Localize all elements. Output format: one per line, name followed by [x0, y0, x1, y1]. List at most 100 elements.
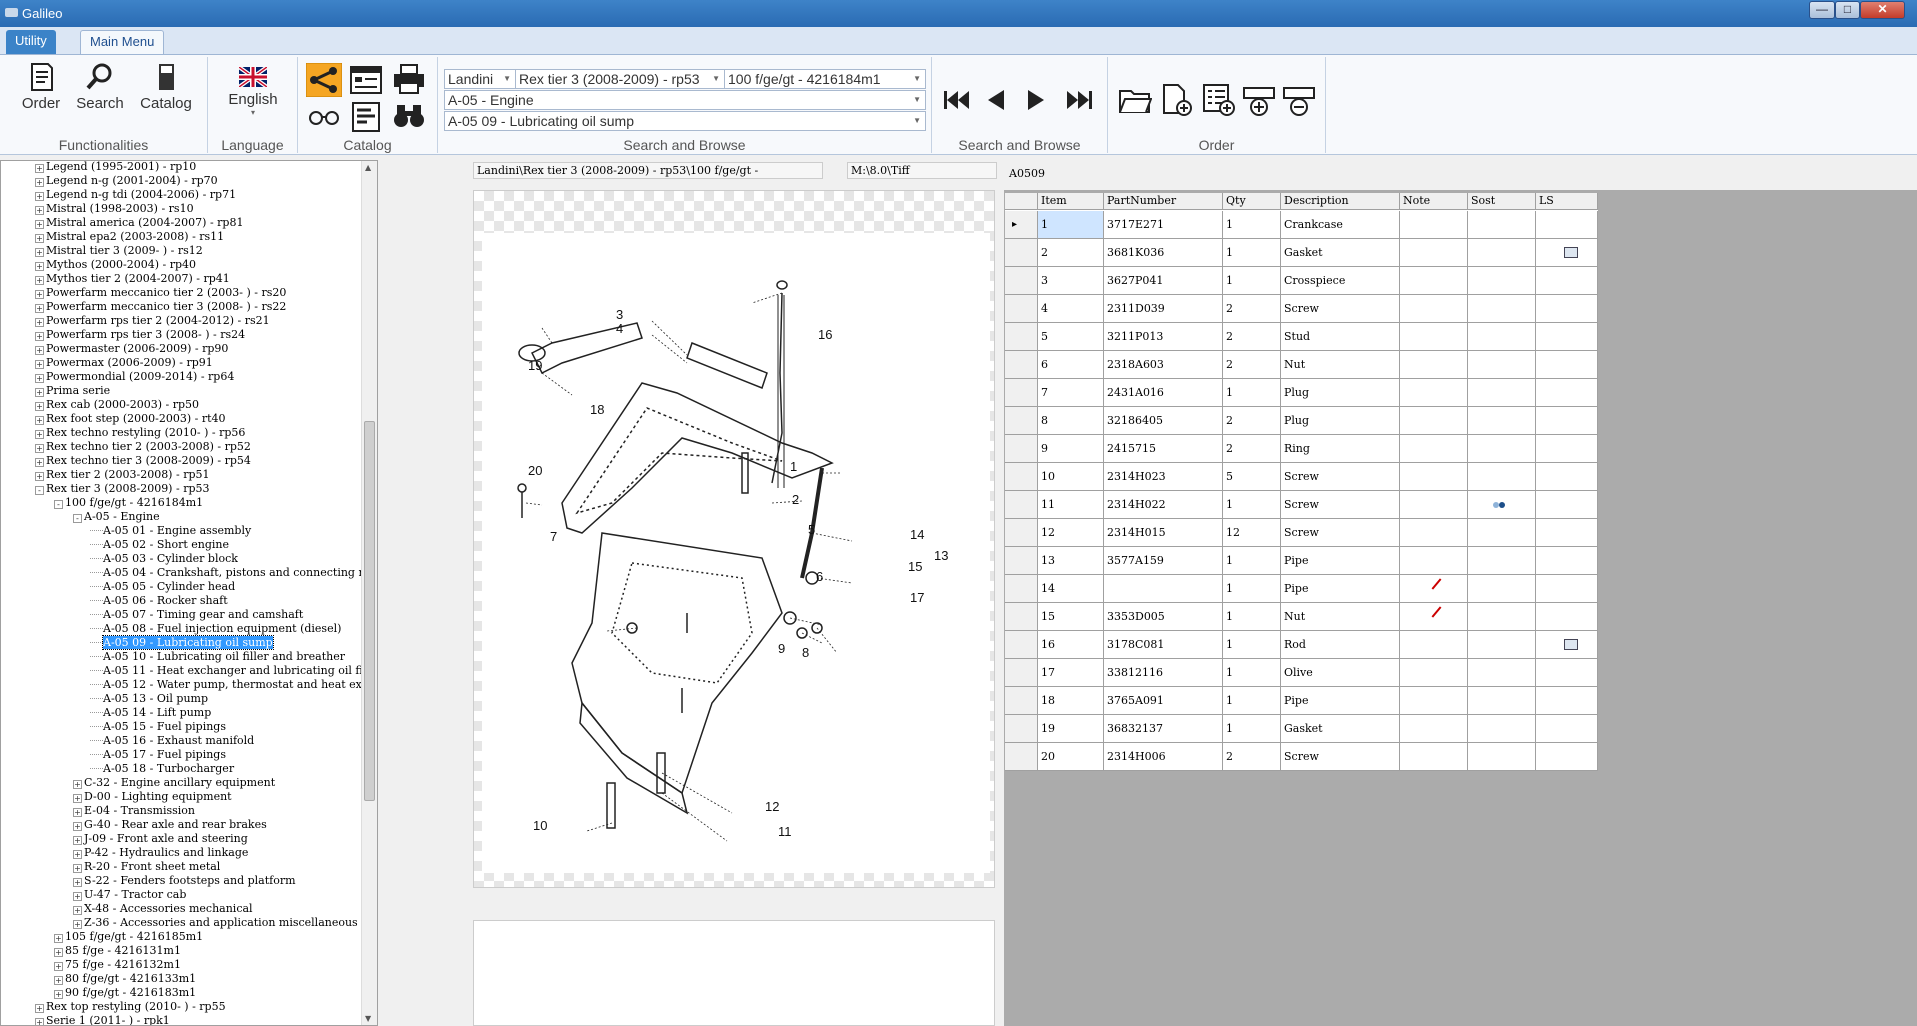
ls-cell[interactable]	[1536, 547, 1598, 575]
tree-node[interactable]: +105 f/ge/gt - 4216185m1	[54, 930, 203, 944]
tree-node[interactable]: + Rex techno restyling (2010- ) - rp56	[35, 426, 245, 440]
tree-node[interactable]: A-05 10 - Lubricating oil filler and bre…	[90, 650, 345, 664]
ls-cell[interactable]	[1536, 267, 1598, 295]
tree-node[interactable]: + Powerfarm rps tier 3 (2008- ) - rs24	[35, 328, 245, 342]
callout-number[interactable]: 3	[616, 307, 623, 322]
expand-icon[interactable]: +	[73, 808, 82, 817]
qty-cell[interactable]: 1	[1223, 631, 1281, 659]
row-header[interactable]	[1005, 659, 1038, 687]
description-cell[interactable]: Screw	[1281, 519, 1400, 547]
column-header-part[interactable]: PartNumber	[1104, 193, 1223, 210]
sost-cell[interactable]	[1468, 463, 1536, 491]
row-header[interactable]	[1005, 631, 1038, 659]
part-number-cell[interactable]: 3577A159	[1104, 547, 1223, 575]
item-cell[interactable]: 19	[1038, 715, 1104, 743]
callout-number[interactable]: 12	[765, 799, 779, 814]
qty-cell[interactable]: 1	[1223, 659, 1281, 687]
part-number-cell[interactable]: 3211P013	[1104, 323, 1223, 351]
tree-node[interactable]: A-05 03 - Cylinder block	[90, 552, 238, 566]
tree-node[interactable]: A-05 02 - Short engine	[90, 538, 229, 552]
note-cell[interactable]	[1400, 351, 1468, 379]
callout-number[interactable]: 9	[778, 641, 785, 656]
part-number-cell[interactable]: 32186405	[1104, 407, 1223, 435]
exploded-drawing[interactable]: 1 2 3 4 5 6 7 8 9 10 11 12 13 14 15 16 17 18 19 20	[482, 233, 990, 873]
part-number-cell[interactable]: 2431A016	[1104, 379, 1223, 407]
tree-node[interactable]: + Mistral tier 3 (2009- ) - rs12	[35, 244, 203, 258]
ls-cell[interactable]	[1536, 351, 1598, 379]
description-cell[interactable]: Screw	[1281, 491, 1400, 519]
ls-cell[interactable]	[1536, 519, 1598, 547]
tree-view-icon[interactable]	[306, 63, 342, 97]
previous-icon[interactable]	[986, 89, 1006, 111]
qty-cell[interactable]: 1	[1223, 547, 1281, 575]
expand-icon[interactable]: +	[35, 248, 44, 257]
expand-icon[interactable]: +	[35, 430, 44, 439]
order-button[interactable]: Order	[18, 61, 64, 112]
tree-node[interactable]: + Rex cab (2000-2003) - rp50	[35, 398, 199, 412]
description-cell[interactable]: Screw	[1281, 743, 1400, 771]
maximize-button[interactable]: □	[1835, 1, 1860, 19]
expand-icon[interactable]: +	[35, 402, 44, 411]
expand-icon[interactable]: +	[35, 276, 44, 285]
note-pencil-icon[interactable]	[1431, 578, 1442, 590]
ls-cell[interactable]	[1536, 435, 1598, 463]
substitution-icon[interactable]	[1492, 501, 1506, 509]
tree-node[interactable]: +75 f/ge - 4216132m1	[54, 958, 181, 972]
tree-node[interactable]: +80 f/ge/gt - 4216133m1	[54, 972, 196, 986]
note-cell[interactable]	[1400, 323, 1468, 351]
row-header[interactable]	[1005, 351, 1038, 379]
item-cell[interactable]: 14	[1038, 575, 1104, 603]
table-row[interactable]: 13 3577A159 1 Pipe	[1005, 547, 1598, 575]
description-cell[interactable]: Nut	[1281, 603, 1400, 631]
tree-node[interactable]: A-05 06 - Rocker shaft	[90, 594, 228, 608]
note-cell[interactable]	[1400, 435, 1468, 463]
note-pencil-icon[interactable]	[1431, 606, 1442, 618]
tree-node[interactable]: A-05 16 - Exhaust manifold	[90, 734, 254, 748]
expand-icon[interactable]: +	[35, 318, 44, 327]
remove-item-icon[interactable]	[1282, 85, 1316, 117]
ls-info-icon[interactable]	[1564, 247, 1578, 258]
expand-icon[interactable]: +	[73, 822, 82, 831]
expand-icon[interactable]: +	[35, 304, 44, 313]
tree-node[interactable]: + S-22 - Fenders footsteps and platform	[73, 874, 296, 888]
qty-cell[interactable]: 1	[1223, 239, 1281, 267]
item-cell[interactable]: 16	[1038, 631, 1104, 659]
callout-number[interactable]: 19	[528, 358, 542, 373]
expand-icon[interactable]: +	[73, 850, 82, 859]
part-number-cell[interactable]: 2314H006	[1104, 743, 1223, 771]
tree-node[interactable]: + Legend n-g tdi (2004-2006) - rp71	[35, 188, 236, 202]
tree-node[interactable]: - A-05 - Engine	[73, 510, 160, 524]
tree-node[interactable]: + U-47 - Tractor cab	[73, 888, 186, 902]
expand-icon[interactable]: +	[35, 1018, 44, 1025]
tree-node[interactable]: + Rex tier 2 (2003-2008) - rp51	[35, 468, 210, 482]
sost-cell[interactable]	[1468, 491, 1536, 519]
qty-cell[interactable]: 2	[1223, 407, 1281, 435]
callout-number[interactable]: 6	[816, 569, 823, 584]
tab-utility[interactable]: Utility	[6, 30, 56, 54]
tree-node[interactable]: + R-20 - Front sheet metal	[73, 860, 220, 874]
expand-icon[interactable]: +	[73, 878, 82, 887]
qty-cell[interactable]: 2	[1223, 295, 1281, 323]
item-cell[interactable]: 8	[1038, 407, 1104, 435]
tree-node[interactable]: + Rex foot step (2000-2003) - rt40	[35, 412, 226, 426]
expand-icon[interactable]: +	[73, 794, 82, 803]
scroll-up-icon[interactable]: ▲	[365, 163, 371, 172]
note-cell[interactable]	[1400, 239, 1468, 267]
expand-icon[interactable]: +	[35, 192, 44, 201]
part-number-cell[interactable]: 3627P041	[1104, 267, 1223, 295]
collapse-icon[interactable]: -	[54, 500, 63, 509]
qty-cell[interactable]: 1	[1223, 267, 1281, 295]
table-row[interactable]: 15 3353D005 1 Nut	[1005, 603, 1598, 631]
expand-icon[interactable]: +	[73, 864, 82, 873]
description-cell[interactable]: Stud	[1281, 323, 1400, 351]
table-row[interactable]: 3 3627P041 1 Crosspiece	[1005, 267, 1598, 295]
next-icon[interactable]	[1026, 89, 1046, 111]
qty-cell[interactable]: 2	[1223, 323, 1281, 351]
qty-cell[interactable]: 2	[1223, 435, 1281, 463]
table-row[interactable]: ▸ 1 3717E271 1 Crankcase	[1005, 211, 1598, 239]
table-row[interactable]: 14 1 Pipe	[1005, 575, 1598, 603]
tree-node[interactable]: A-05 08 - Fuel injection equipment (dies…	[90, 622, 341, 636]
description-cell[interactable]: Olive	[1281, 659, 1400, 687]
callout-number[interactable]: 16	[818, 327, 832, 342]
description-cell[interactable]: Nut	[1281, 351, 1400, 379]
